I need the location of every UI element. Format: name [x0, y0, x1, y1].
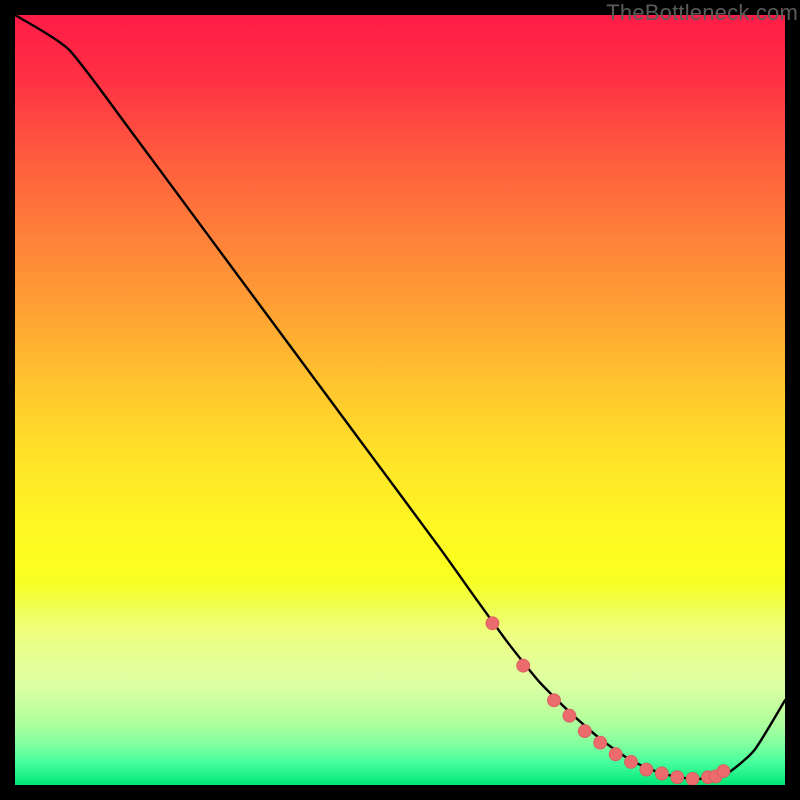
marker-point — [655, 767, 668, 780]
marker-point — [609, 748, 622, 761]
marker-point — [640, 763, 653, 776]
marker-point — [671, 771, 684, 784]
marker-point — [594, 736, 607, 749]
highlight-markers — [486, 617, 730, 785]
marker-point — [563, 709, 576, 722]
marker-point — [717, 765, 730, 778]
marker-point — [686, 772, 699, 785]
watermark-text: TheBottleneck.com — [606, 0, 798, 26]
marker-point — [548, 694, 561, 707]
marker-point — [578, 725, 591, 738]
bottleneck-curve — [15, 15, 785, 779]
marker-point — [517, 659, 530, 672]
curve-layer — [15, 15, 785, 785]
marker-point — [486, 617, 499, 630]
chart-frame — [15, 15, 785, 785]
marker-point — [625, 755, 638, 768]
